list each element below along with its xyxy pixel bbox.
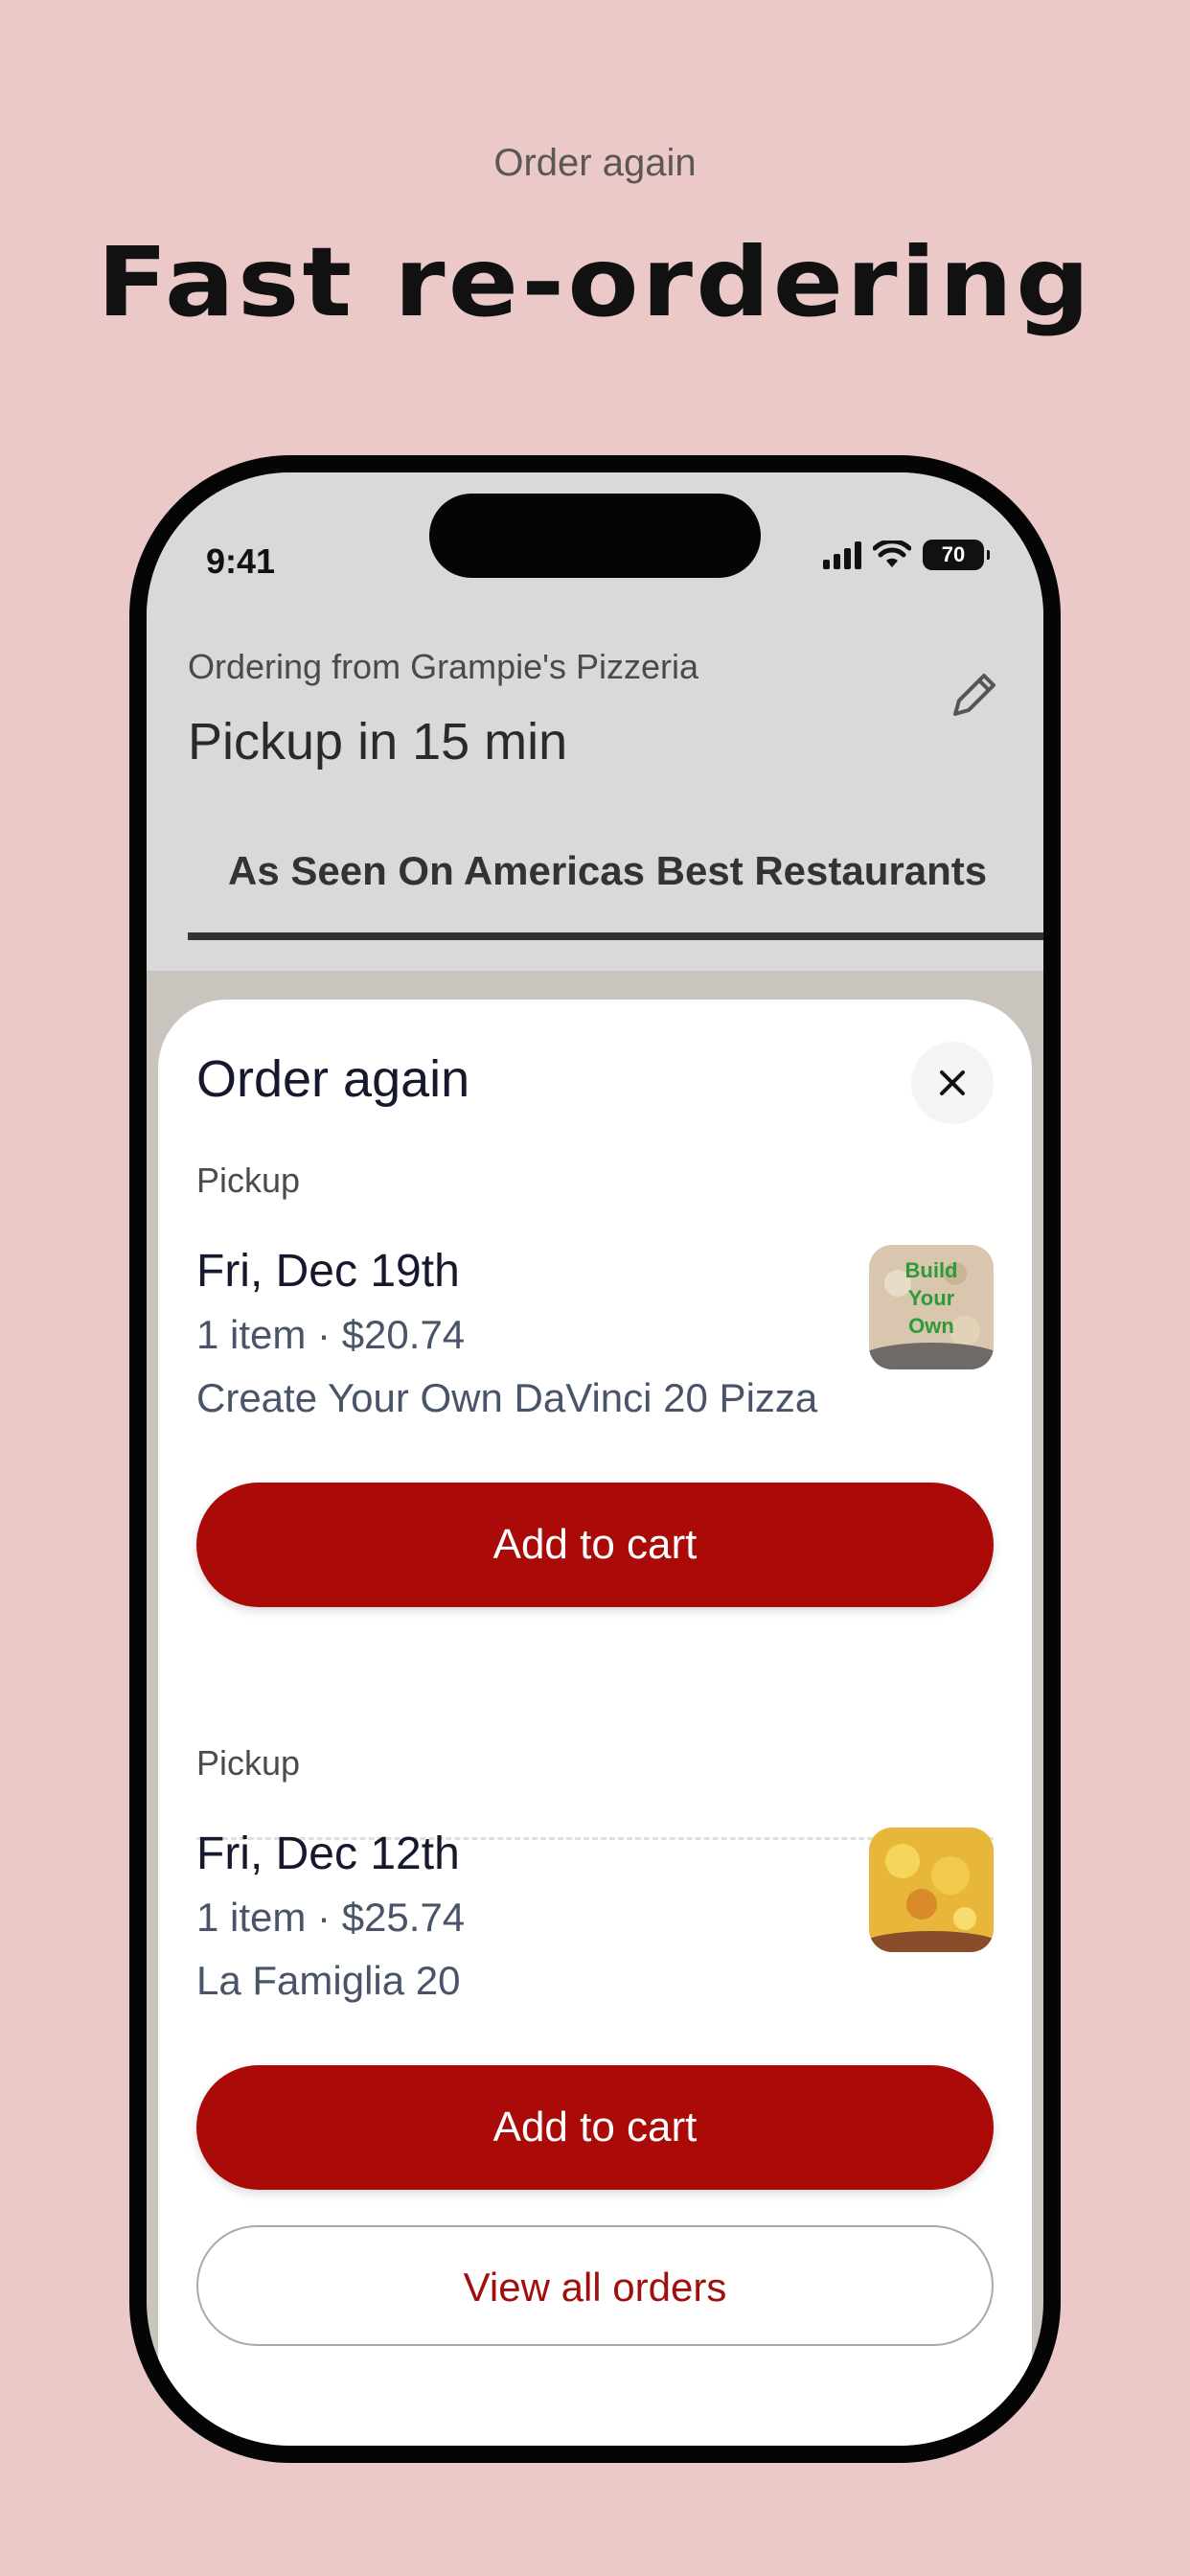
order-method: Pickup [196,1743,301,1782]
order-date: Fri, Dec 12th [196,1828,460,1879]
sheet-title: Order again [196,1050,470,1108]
ordering-from-label: Ordering from Grampie's Pizzeria [188,647,699,686]
order-item-name: Create Your Own DaVinci 20 Pizza [196,1375,818,1420]
status-bar: 9:41 70 [147,472,1043,607]
order-summary: 1 item · $25.74 [196,1895,466,1940]
order-thumbnail [869,1828,994,1952]
wifi-icon [873,540,911,567]
close-button[interactable] [911,1042,994,1124]
dynamic-island [429,494,761,578]
tab-as-seen-on[interactable]: As Seen On Americas Best Restaurants [188,848,1043,940]
thumb-text-3: Own [908,1314,954,1338]
close-icon [940,1070,965,1095]
order-again-sheet: Order again Pickup Fri, Dec 19th 1 item … [158,1000,1032,2446]
status-time: 9:41 [206,541,276,581]
battery-icon: 70 [923,540,990,570]
promo-eyebrow: Order again [493,142,697,184]
pencil-icon[interactable] [944,664,1005,725]
thumb-text-1: Build [905,1258,958,1282]
order-thumbnail: Build Your Own [869,1245,994,1369]
add-to-cart-button[interactable]: Add to cart [196,1483,994,1607]
add-to-cart-button[interactable]: Add to cart [196,2065,994,2190]
status-icons: 70 [823,540,990,570]
promo-headline: Fast re-ordering [97,226,1093,338]
order-summary: 1 item · $20.74 [196,1312,466,1357]
order-item-name: La Famiglia 20 [196,1958,461,2003]
signal-icon [823,540,861,569]
view-all-orders-button[interactable]: View all orders [196,2225,994,2346]
phone-frame: 9:41 70 Ordering from Grampie's Pizzeria… [129,455,1061,2463]
order-date: Fri, Dec 19th [196,1246,460,1297]
thumb-text-2: Your [908,1286,955,1310]
order-method: Pickup [196,1161,301,1200]
pickup-time[interactable]: Pickup in 15 min [188,712,567,771]
